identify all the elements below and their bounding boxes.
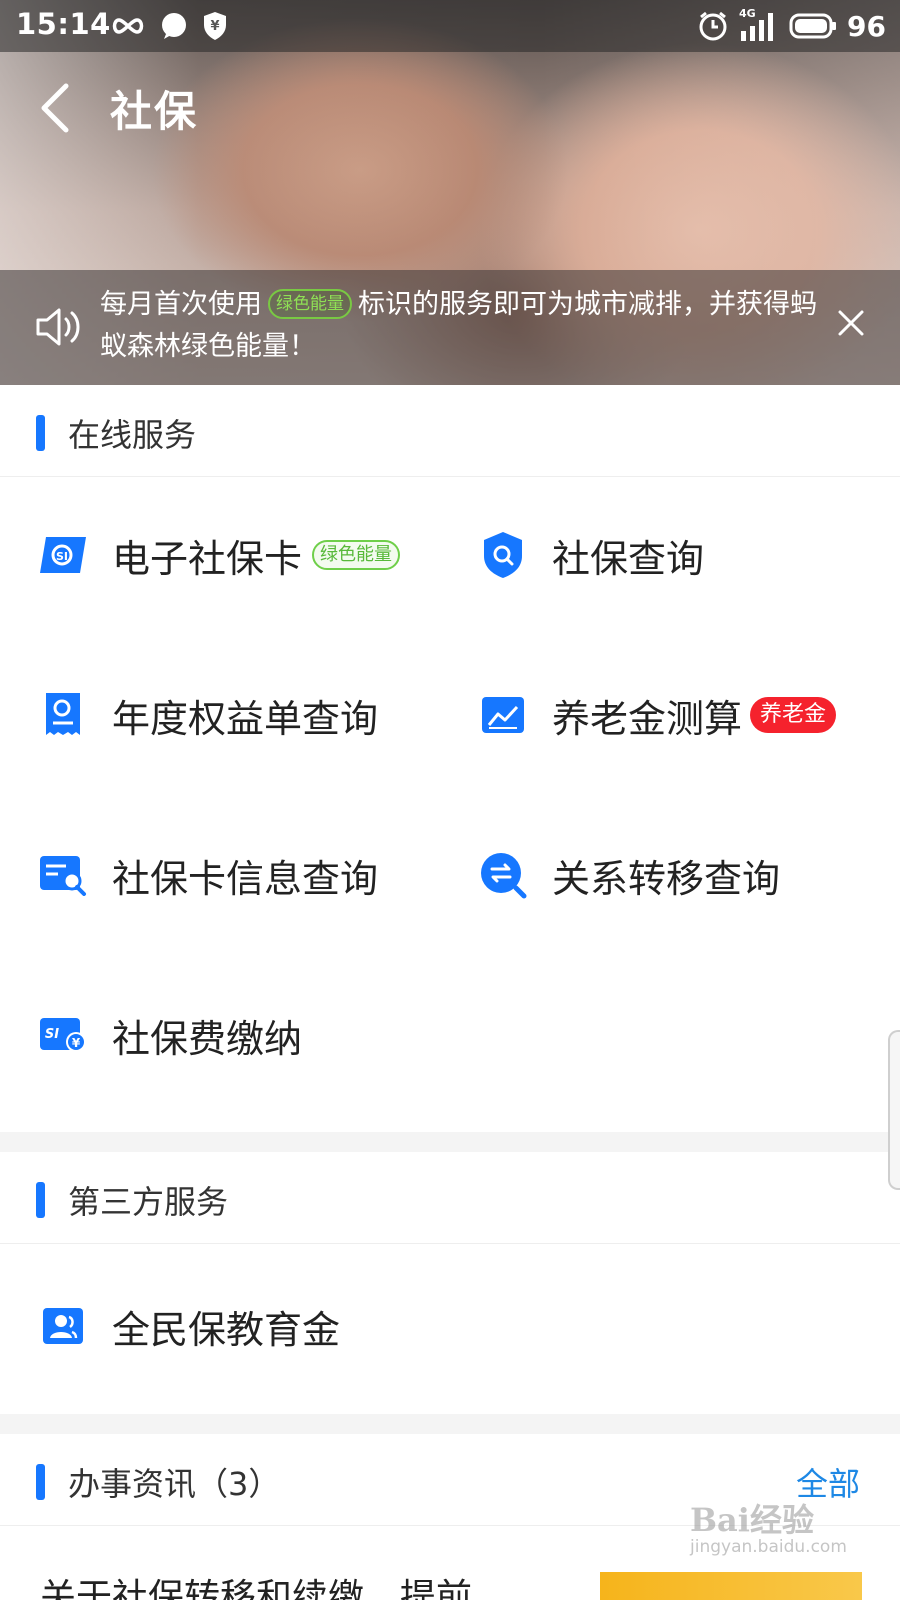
section-title: 在线服务 [68,416,197,454]
service-e-social-card[interactable]: SI 电子社保卡 绿色能量 [38,515,401,595]
service-label: 全民保教育金 [112,1307,341,1352]
energy-notice-banner[interactable]: 每月首次使用 绿色能量 标识的服务即可为城市减排，并获得蚂蚁森林绿色能量！ [0,270,900,385]
service-pension-calculator[interactable]: 养老金测算 养老金 [478,675,837,755]
signal-icon: 4G [739,7,779,43]
section-accent-bar [36,1464,45,1500]
news-item-title[interactable]: 关于社保转移和续缴，提前 [40,1568,472,1600]
third-party-header: 第三方服务 [0,1152,900,1244]
baidu-jingyan-watermark: Bai经验 jingyan.baidu.com [690,1495,860,1565]
service-transfer-query[interactable]: 关系转移查询 [478,835,780,915]
third-party-grid: 全民保教育金 [0,1244,900,1414]
service-fee-payment[interactable]: SI ¥ 社保费缴纳 [38,995,302,1075]
service-education-fund[interactable]: 全民保教育金 [38,1286,340,1366]
notice-text: 每月首次使用 绿色能量 标识的服务即可为城市减排，并获得蚂蚁森林绿色能量！ [100,284,820,368]
speaker-icon [36,308,80,346]
status-bar: 15:14 ¥ 4G 96 [0,0,900,52]
news-item-thumbnail[interactable] [600,1572,862,1600]
section-divider [0,1132,900,1152]
watermark-brand: Bai经验 [690,1501,814,1539]
status-right-icons: 4G 96 [697,7,886,45]
service-social-query[interactable]: 社保查询 [478,515,704,595]
svg-text:¥: ¥ [210,19,219,34]
online-services-header: 在线服务 [0,385,900,477]
service-label: 社保卡信息查询 [112,856,379,901]
service-label: 养老金测算 [552,696,743,741]
pension-badge: 养老金 [750,697,837,733]
service-label: 关系转移查询 [552,856,781,901]
status-time: 15:14 [16,7,111,41]
notice-energy-badge: 绿色能量 [268,289,352,319]
svg-text:¥: ¥ [72,1036,81,1050]
shield-yen-icon: ¥ [204,12,226,40]
green-energy-badge: 绿色能量 [312,540,401,570]
service-label: 社保费缴纳 [112,1016,303,1061]
infinity-icon [112,18,144,34]
back-arrow-icon[interactable] [36,80,76,136]
person-card-icon [38,1301,88,1351]
service-label: 年度权益单查询 [112,696,379,741]
service-annual-rights-query[interactable]: 年度权益单查询 [38,675,378,755]
hero-banner: 15:14 ¥ 4G 96 社保 每月首次使用 绿色能量 标识的服务即可为城市减… [0,0,900,385]
social-card-icon: SI [38,530,88,580]
fee-payment-icon: SI ¥ [38,1010,88,1060]
service-label: 电子社保卡 [112,536,303,581]
svg-text:SI: SI [45,1027,59,1042]
notice-text-before: 每月首次使用 [100,289,262,320]
section-divider [0,1414,900,1434]
status-notification-icons: ¥ [110,9,228,43]
section-accent-bar [36,1182,45,1218]
svg-text:SI: SI [56,550,68,563]
watermark-url: jingyan.baidu.com [690,1537,847,1557]
chat-bubble-icon [162,13,186,39]
title-bar: 社保 [0,52,900,162]
battery-level: 96 [847,9,886,43]
line-chart-icon [478,690,528,740]
close-icon[interactable] [836,308,866,338]
section-title: 办事资讯（3） [68,1465,281,1503]
online-services-grid: SI 电子社保卡 绿色能量 社保查询 年度权益单查询 养老金测算 养老金 社保卡… [0,477,900,1132]
card-search-icon [38,850,88,900]
service-social-card-info-query[interactable]: 社保卡信息查询 [38,835,378,915]
section-title: 第三方服务 [68,1183,229,1221]
receipt-search-icon [38,690,88,740]
page-title: 社保 [110,87,199,136]
battery-icon [789,13,837,39]
scroll-handle[interactable] [888,1030,900,1190]
alarm-icon [699,11,727,41]
service-label: 社保查询 [552,536,705,581]
shield-search-icon [478,530,528,580]
transfer-search-icon [478,850,528,900]
section-accent-bar [36,415,45,451]
